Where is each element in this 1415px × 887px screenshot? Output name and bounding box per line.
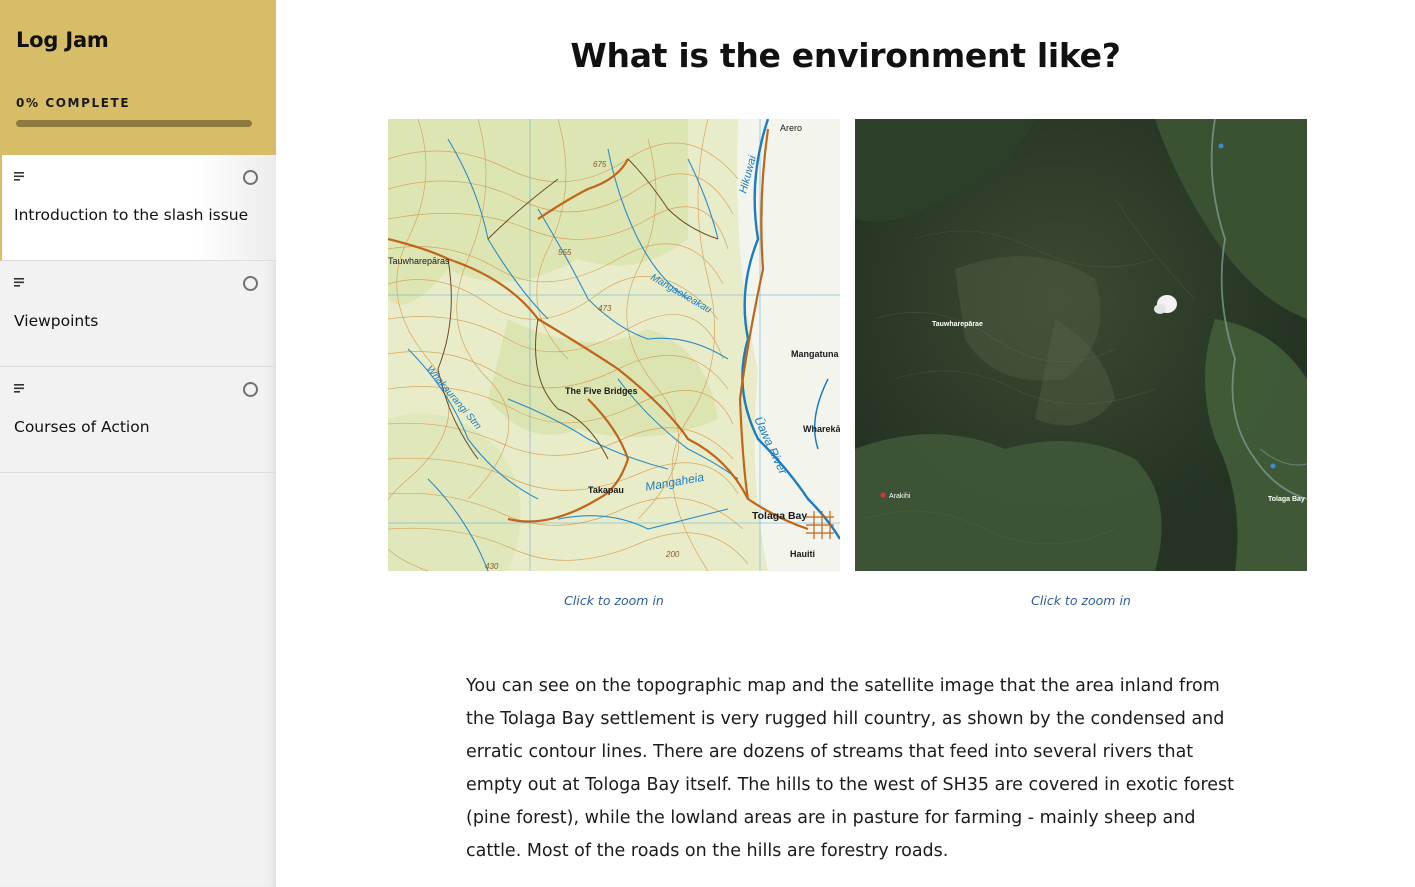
text-lines-icon — [14, 278, 24, 287]
topographic-map-figure: Arero Tauwharepāras 675 555 473 430 200 … — [388, 119, 840, 608]
status-circle-icon — [243, 170, 258, 185]
zoom-caption-link[interactable]: Click to zoom in — [388, 593, 840, 608]
satellite-map: Tauwharepārae Arakihi Tolaga Bay — [855, 119, 1307, 571]
topographic-map-image[interactable]: Arero Tauwharepāras 675 555 473 430 200 … — [388, 119, 840, 571]
text-lines-icon — [14, 384, 24, 393]
course-title[interactable]: Log Jam — [16, 28, 260, 52]
map-label: Mangatuna — [791, 349, 839, 359]
topographic-map: Arero Tauwharepāras 675 555 473 430 200 … — [388, 119, 840, 571]
map-label: Hauiti — [790, 549, 815, 559]
map-label: Tolaga Bay — [752, 510, 807, 522]
status-circle-icon — [243, 276, 258, 291]
status-circle-icon — [243, 382, 258, 397]
lesson-item-courses-of-action[interactable]: Courses of Action — [0, 367, 276, 473]
satellite-image-figure: Tauwharepārae Arakihi Tolaga Bay Click t… — [855, 119, 1307, 608]
progress-bar — [16, 120, 252, 127]
map-label: The Five Bridges — [565, 386, 638, 396]
map-label: 555 — [558, 248, 572, 257]
lesson-item-viewpoints[interactable]: Viewpoints — [0, 261, 276, 367]
map-label: Tauwharepārae — [932, 321, 983, 328]
map-label: Arero — [780, 123, 802, 133]
map-label: Arakihi — [889, 493, 911, 500]
lesson-label: Viewpoints — [14, 312, 99, 330]
lesson-content: What is the environment like? Arero Tauw… — [276, 0, 1415, 887]
lesson-item-introduction[interactable]: Introduction to the slash issue — [0, 155, 276, 261]
body-paragraph: You can see on the topographic map and t… — [466, 676, 1235, 861]
map-label: 473 — [598, 304, 612, 313]
text-lines-icon — [14, 172, 24, 181]
map-label: Tauwharepāras — [388, 256, 450, 266]
map-label: 200 — [665, 550, 680, 559]
satellite-image[interactable]: Tauwharepārae Arakihi Tolaga Bay — [855, 119, 1307, 571]
sidebar-header: Log Jam 0% COMPLETE — [0, 0, 276, 155]
zoom-caption-link[interactable]: Click to zoom in — [855, 593, 1307, 608]
map-label: Tolaga Bay — [1268, 496, 1305, 503]
progress-label: 0% COMPLETE — [16, 96, 131, 110]
page-title: What is the environment like? — [570, 36, 1121, 75]
map-label: 430 — [485, 562, 499, 571]
map-label: Wharekā — [803, 424, 840, 434]
course-sidebar: Log Jam 0% COMPLETE Introduction to the … — [0, 0, 276, 887]
lesson-label: Introduction to the slash issue — [14, 206, 249, 224]
lesson-label: Courses of Action — [14, 418, 150, 436]
map-label: Takapau — [588, 485, 624, 495]
map-label: 675 — [593, 160, 607, 169]
